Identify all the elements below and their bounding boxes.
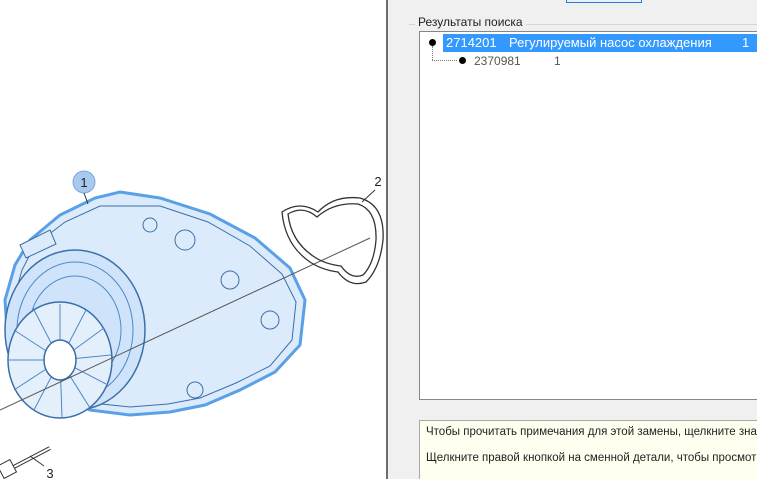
result-qty: 1 — [554, 54, 561, 68]
gasket-illustration[interactable] — [281, 196, 384, 285]
callout-3-label: 3 — [46, 466, 53, 479]
result-part-number: 2370981 — [474, 54, 521, 68]
hint-line-notes: Чтобы прочитать примечания для этой заме… — [426, 426, 757, 438]
exploded-view-diagram: 1 2 3 — [0, 170, 384, 479]
callout-2-label: 2 — [374, 174, 381, 189]
hint-box: Чтобы прочитать примечания для этой заме… — [419, 420, 757, 479]
callout-2[interactable]: 2 — [361, 174, 382, 203]
parts-diagram-panel: 1 2 3 — [0, 0, 386, 479]
callout-1-label: 1 — [80, 175, 87, 190]
water-pump-illustration[interactable] — [3, 190, 307, 419]
result-qty: 1 — [742, 35, 750, 50]
result-description: Регулируемый насос охлаждения — [509, 35, 712, 50]
result-part-number: 2714201 — [446, 35, 497, 50]
tree-connector-horizontal — [432, 60, 457, 61]
results-tree[interactable]: 2714201 Регулируемый насос охлаждения 1 … — [419, 31, 757, 400]
results-group-label: Результаты поиска — [415, 15, 526, 29]
tree-bullet-icon — [429, 39, 436, 46]
tree-bullet-icon — [459, 57, 466, 64]
hint-line-context-menu: Щелкните правой кнопкой на сменной детал… — [426, 452, 757, 464]
search-results-panel: Результаты поиска 2714201 Регулируемый н… — [388, 0, 757, 479]
callout-3[interactable]: 3 — [29, 455, 54, 479]
bolt-illustration[interactable] — [0, 446, 51, 479]
search-button[interactable] — [566, 0, 642, 3]
selected-result-row[interactable]: 2714201 Регулируемый насос охлаждения 1 — [443, 34, 757, 52]
tree-connector — [432, 46, 433, 60]
